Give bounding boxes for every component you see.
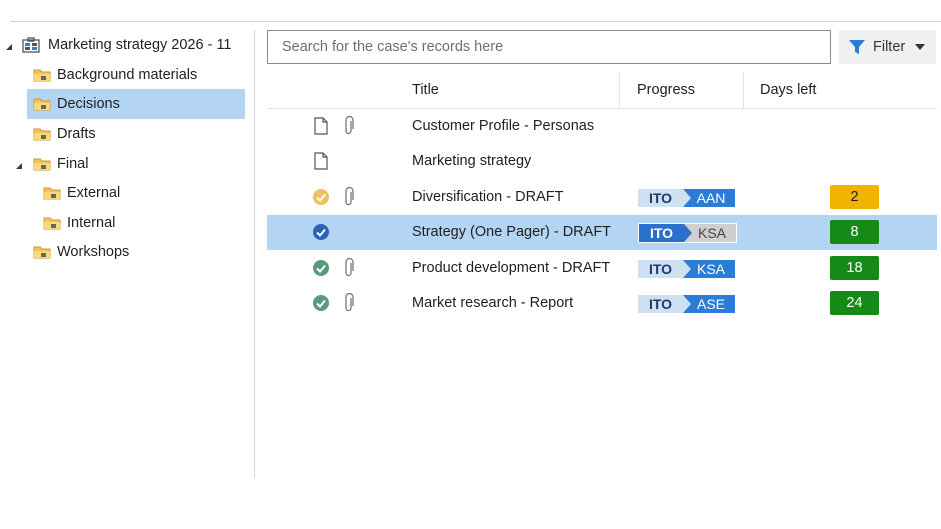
table-row[interactable]: Diversification - DRAFT ITO AAN 2 — [267, 180, 937, 215]
table-row[interactable]: Customer Profile - Personas — [267, 109, 937, 144]
collapse-arrow-icon[interactable] — [6, 44, 12, 50]
tree-item-external[interactable]: External — [43, 178, 120, 208]
records-table-header: Title Progress Days left — [267, 72, 937, 109]
paperclip-icon[interactable] — [343, 258, 355, 278]
tree-item-label: Internal — [67, 215, 116, 231]
progress-from: ITO — [638, 189, 683, 207]
document-icon — [314, 117, 328, 135]
progress-from: ITO — [639, 224, 684, 242]
days-left-badge: 18 — [830, 256, 879, 280]
tree-item-drafts[interactable]: Drafts — [33, 119, 96, 149]
paperclip-icon[interactable] — [343, 116, 355, 136]
table-row[interactable]: Marketing strategy — [267, 144, 937, 179]
row-title: Diversification - DRAFT — [412, 189, 564, 205]
tree-item-label: External — [67, 185, 121, 201]
progress-indicator: ITO AAN — [638, 189, 735, 207]
tree-item-label: Workshops — [57, 244, 130, 260]
search-input[interactable] — [267, 30, 831, 64]
tree-root-label: Marketing strategy 2026 - 11 — [48, 37, 232, 53]
folder-icon — [33, 158, 51, 171]
progress-from: ITO — [638, 295, 683, 313]
tree-item-label: Background materials — [57, 67, 198, 83]
filter-icon — [849, 39, 865, 54]
tree-item-label: Final — [57, 156, 89, 172]
document-icon — [314, 152, 328, 170]
folder-icon — [43, 217, 61, 230]
table-row[interactable]: Market research - Report ITO ASE 24 — [267, 286, 937, 321]
row-title: Product development - DRAFT — [412, 260, 611, 276]
column-header-days-left[interactable]: Days left — [760, 72, 816, 108]
check-circle-icon — [313, 295, 329, 311]
top-divider — [10, 21, 941, 22]
row-title: Customer Profile - Personas — [412, 118, 595, 134]
pane-splitter[interactable] — [254, 30, 255, 478]
progress-to: KSA — [684, 224, 736, 242]
column-divider[interactable] — [743, 72, 744, 108]
progress-from: ITO — [638, 260, 683, 278]
column-header-title[interactable]: Title — [412, 72, 439, 108]
tree-item-decisions[interactable]: Decisions — [33, 89, 120, 119]
check-circle-icon — [313, 224, 329, 240]
folder-icon — [43, 187, 61, 200]
check-circle-icon — [313, 260, 329, 276]
tree-root-case[interactable]: Marketing strategy 2026 - 11 — [6, 30, 232, 60]
progress-to: ASE — [683, 295, 735, 313]
check-circle-icon — [313, 189, 329, 205]
progress-indicator: ITO KSA — [638, 260, 735, 278]
filter-button[interactable]: Filter — [839, 30, 936, 64]
column-divider[interactable] — [619, 72, 620, 108]
tree-item-label: Decisions — [57, 96, 120, 112]
table-row[interactable]: Product development - DRAFT ITO KSA 18 — [267, 251, 937, 286]
folder-icon — [33, 128, 51, 141]
collapse-arrow-icon[interactable] — [16, 163, 22, 169]
progress-to: KSA — [683, 260, 735, 278]
column-header-progress[interactable]: Progress — [637, 72, 695, 108]
table-row-selected[interactable]: Strategy (One Pager) - DRAFT ITO KSA 8 — [267, 215, 937, 250]
days-left-badge: 24 — [830, 291, 879, 315]
tree-item-label: Drafts — [57, 126, 96, 142]
row-title: Strategy (One Pager) - DRAFT — [412, 224, 612, 240]
paperclip-icon[interactable] — [343, 293, 355, 313]
tree-item-workshops[interactable]: Workshops — [33, 237, 129, 267]
progress-indicator: ITO ASE — [638, 295, 735, 313]
days-left-badge: 8 — [830, 220, 879, 244]
filter-label: Filter — [873, 39, 906, 55]
folder-icon — [33, 69, 51, 82]
chevron-down-icon — [915, 44, 926, 50]
days-left-badge: 2 — [830, 185, 879, 209]
tree-item-internal[interactable]: Internal — [43, 208, 115, 238]
folder-icon — [33, 98, 51, 111]
row-title: Marketing strategy — [412, 153, 532, 169]
progress-to: AAN — [683, 189, 735, 207]
case-icon — [22, 37, 40, 53]
row-title: Market research - Report — [412, 295, 574, 311]
paperclip-icon[interactable] — [343, 187, 355, 207]
folder-icon — [33, 246, 51, 259]
tree-item-final[interactable]: Final — [16, 149, 88, 179]
progress-indicator: ITO KSA — [638, 223, 737, 243]
tree-item-background-materials[interactable]: Background materials — [33, 60, 197, 90]
